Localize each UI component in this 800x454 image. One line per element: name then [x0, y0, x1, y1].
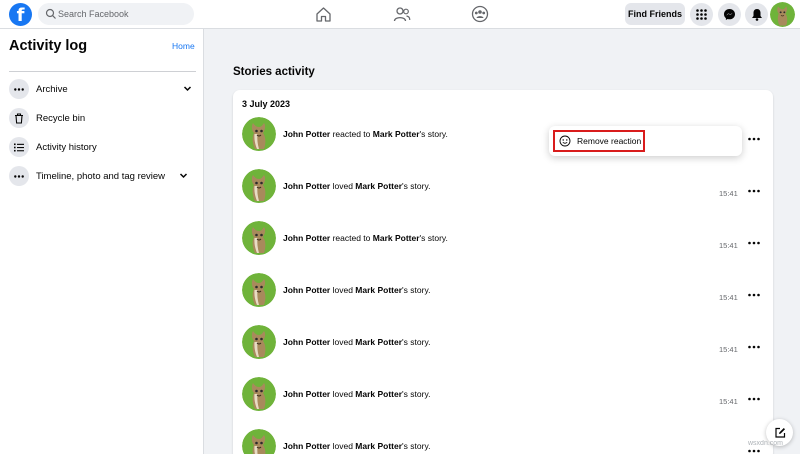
- menu-grid-icon[interactable]: [690, 3, 713, 26]
- target-name[interactable]: Mark Potter: [355, 389, 402, 399]
- remove-reaction-menu-item[interactable]: Remove reaction: [553, 130, 645, 152]
- sidebar-item-recycle-bin[interactable]: Recycle bin: [6, 105, 196, 131]
- action-text: loved: [330, 441, 356, 451]
- suffix-text: 's story.: [402, 337, 431, 347]
- actor-name[interactable]: John Potter: [283, 181, 330, 191]
- more-dots-icon: [9, 79, 29, 99]
- more-options-icon[interactable]: [747, 447, 761, 454]
- action-text: reacted to: [330, 233, 373, 243]
- target-name[interactable]: Mark Potter: [355, 441, 402, 451]
- groups-icon[interactable]: [470, 4, 490, 24]
- activity-row: John Potter loved Mark Potter's story. 15…: [242, 325, 767, 361]
- suffix-text: 's story.: [402, 285, 431, 295]
- activity-row: John Potter loved Mark Potter's story. 15…: [242, 169, 767, 205]
- context-menu: Remove reaction: [549, 126, 742, 156]
- date-heading: 3 July 2023: [242, 99, 291, 109]
- list-icon: [9, 137, 29, 157]
- sidebar-item-label: Activity history: [36, 141, 97, 153]
- more-options-icon[interactable]: [747, 239, 761, 247]
- sidebar-divider: [9, 71, 196, 72]
- activity-text: John Potter loved Mark Potter's story.: [283, 181, 430, 191]
- sidebar-item-timeline-review[interactable]: Timeline, photo and tag review: [6, 163, 196, 189]
- sidebar-item-archive[interactable]: Archive: [6, 76, 196, 102]
- menu-item-label: Remove reaction: [577, 136, 642, 146]
- more-options-icon[interactable]: [747, 343, 761, 351]
- avatar[interactable]: [242, 221, 276, 255]
- activity-text: John Potter loved Mark Potter's story.: [283, 337, 430, 347]
- suffix-text: 's story.: [402, 441, 431, 451]
- smiley-icon: [559, 135, 571, 147]
- messenger-icon[interactable]: [718, 3, 741, 26]
- action-text: loved: [330, 285, 356, 295]
- target-name[interactable]: Mark Potter: [373, 233, 420, 243]
- target-name[interactable]: Mark Potter: [355, 181, 402, 191]
- avatar[interactable]: [242, 117, 276, 151]
- actor-name[interactable]: John Potter: [283, 389, 330, 399]
- activity-row: John Potter loved Mark Potter's story.: [242, 429, 767, 454]
- trash-icon: [9, 108, 29, 128]
- more-options-icon[interactable]: [747, 395, 761, 403]
- actor-name[interactable]: John Potter: [283, 129, 330, 139]
- activity-text: John Potter reacted to Mark Potter's sto…: [283, 129, 448, 139]
- suffix-text: 's story.: [419, 233, 448, 243]
- actor-name[interactable]: John Potter: [283, 285, 330, 295]
- home-icon[interactable]: [313, 4, 333, 24]
- avatar[interactable]: [242, 377, 276, 411]
- timestamp: 15:41: [719, 397, 738, 406]
- activity-text: John Potter loved Mark Potter's story.: [283, 389, 430, 399]
- avatar[interactable]: [242, 429, 276, 454]
- search-box[interactable]: [38, 3, 194, 25]
- home-link[interactable]: Home: [172, 41, 195, 51]
- action-text: reacted to: [330, 129, 373, 139]
- activity-row: John Potter reacted to Mark Potter's sto…: [242, 221, 767, 257]
- suffix-text: 's story.: [402, 181, 431, 191]
- avatar[interactable]: [242, 325, 276, 359]
- actor-name[interactable]: John Potter: [283, 337, 330, 347]
- suffix-text: 's story.: [402, 389, 431, 399]
- section-title: Stories activity: [233, 66, 315, 78]
- action-text: loved: [330, 389, 356, 399]
- more-options-icon[interactable]: [747, 291, 761, 299]
- sidebar-item-activity-history[interactable]: Activity history: [6, 134, 196, 160]
- avatar[interactable]: [242, 273, 276, 307]
- more-options-icon[interactable]: [747, 187, 761, 195]
- actor-name[interactable]: John Potter: [283, 441, 330, 451]
- activity-text: John Potter reacted to Mark Potter's sto…: [283, 233, 448, 243]
- watermark-text: wsxdn.com: [748, 440, 784, 447]
- more-options-icon[interactable]: [747, 135, 761, 143]
- activity-log-sidebar: Activity log Home Archive Recycle bin Ac…: [0, 29, 204, 454]
- target-name[interactable]: Mark Potter: [355, 337, 402, 347]
- actor-name[interactable]: John Potter: [283, 233, 330, 243]
- profile-avatar[interactable]: [770, 2, 795, 27]
- search-icon: [45, 8, 56, 19]
- friends-icon[interactable]: [392, 4, 412, 24]
- action-text: loved: [330, 337, 356, 347]
- search-input[interactable]: [58, 3, 188, 25]
- suffix-text: 's story.: [419, 129, 448, 139]
- activity-row: John Potter loved Mark Potter's story. 15…: [242, 273, 767, 309]
- sidebar-item-label: Archive: [36, 83, 68, 95]
- timestamp: 15:41: [719, 241, 738, 250]
- activity-text: John Potter loved Mark Potter's story.: [283, 441, 430, 451]
- timestamp: 15:41: [719, 189, 738, 198]
- chevron-down-icon[interactable]: [179, 171, 188, 180]
- sidebar-item-label: Timeline, photo and tag review: [36, 170, 166, 182]
- target-name[interactable]: Mark Potter: [355, 285, 402, 295]
- avatar[interactable]: [242, 169, 276, 203]
- timestamp: 15:41: [719, 345, 738, 354]
- find-friends-button[interactable]: Find Friends: [625, 3, 685, 25]
- target-name[interactable]: Mark Potter: [373, 129, 420, 139]
- page-title: Activity log: [9, 38, 88, 54]
- more-dots-icon: [9, 166, 29, 186]
- bell-icon[interactable]: [745, 3, 768, 26]
- top-navigation-bar: f Find Friends: [0, 0, 800, 29]
- activity-text: John Potter loved Mark Potter's story.: [283, 285, 430, 295]
- chevron-down-icon[interactable]: [183, 84, 192, 93]
- timestamp: 15:41: [719, 293, 738, 302]
- sidebar-item-label: Recycle bin: [36, 112, 86, 124]
- facebook-logo-icon[interactable]: f: [9, 3, 32, 26]
- action-text: loved: [330, 181, 356, 191]
- activity-row: John Potter loved Mark Potter's story. 15…: [242, 377, 767, 413]
